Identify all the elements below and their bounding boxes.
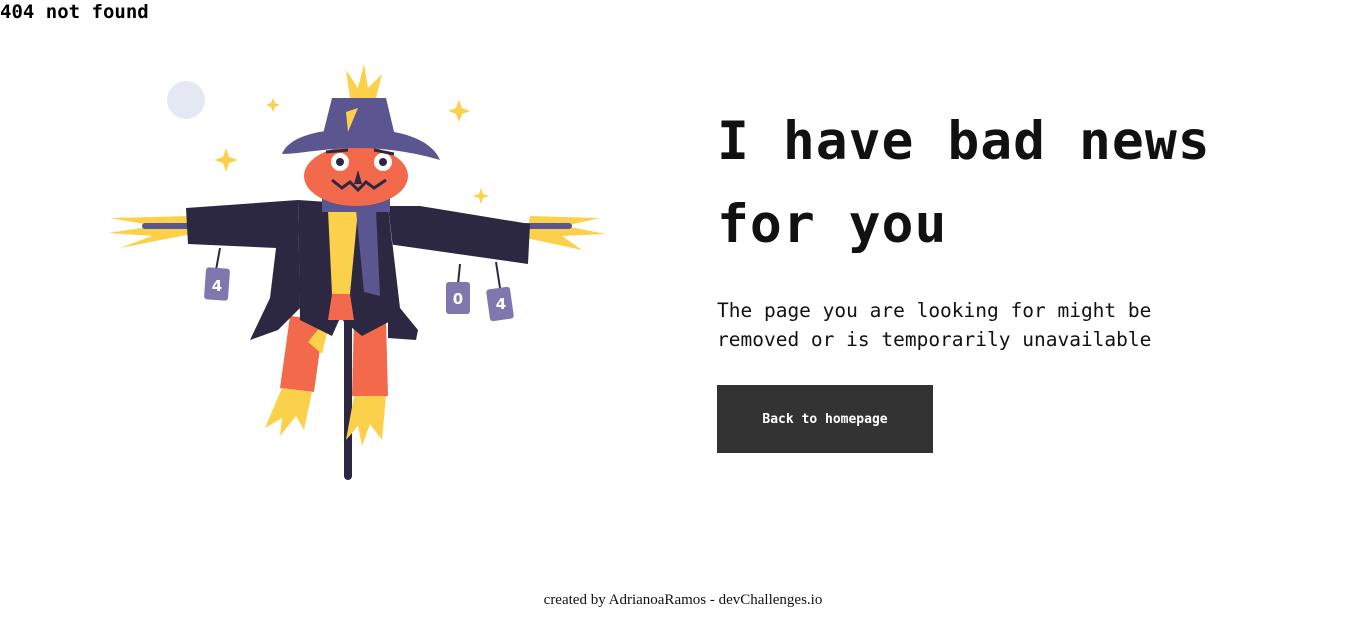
back-to-homepage-button[interactable]: Back to homepage <box>717 385 933 453</box>
main-content: I have bad news for you The page you are… <box>717 100 1277 453</box>
can-label: 4 <box>212 277 222 295</box>
scarecrow-illustration: 4 0 4 <box>100 58 620 490</box>
sparkle-icon <box>214 148 238 172</box>
sparkle-icon <box>473 188 489 204</box>
can-label: 0 <box>453 290 463 308</box>
can-label: 4 <box>496 295 506 313</box>
moon-icon <box>167 81 205 119</box>
page-title: 404 not found <box>0 1 149 23</box>
sparkle-icon <box>448 100 470 122</box>
sparkle-icon <box>266 98 280 112</box>
error-message: The page you are looking for might be re… <box>717 299 1152 351</box>
footer-credit: created by AdrianoaRamos - devChallenges… <box>543 592 823 608</box>
headline: I have bad news for you <box>717 111 1211 255</box>
